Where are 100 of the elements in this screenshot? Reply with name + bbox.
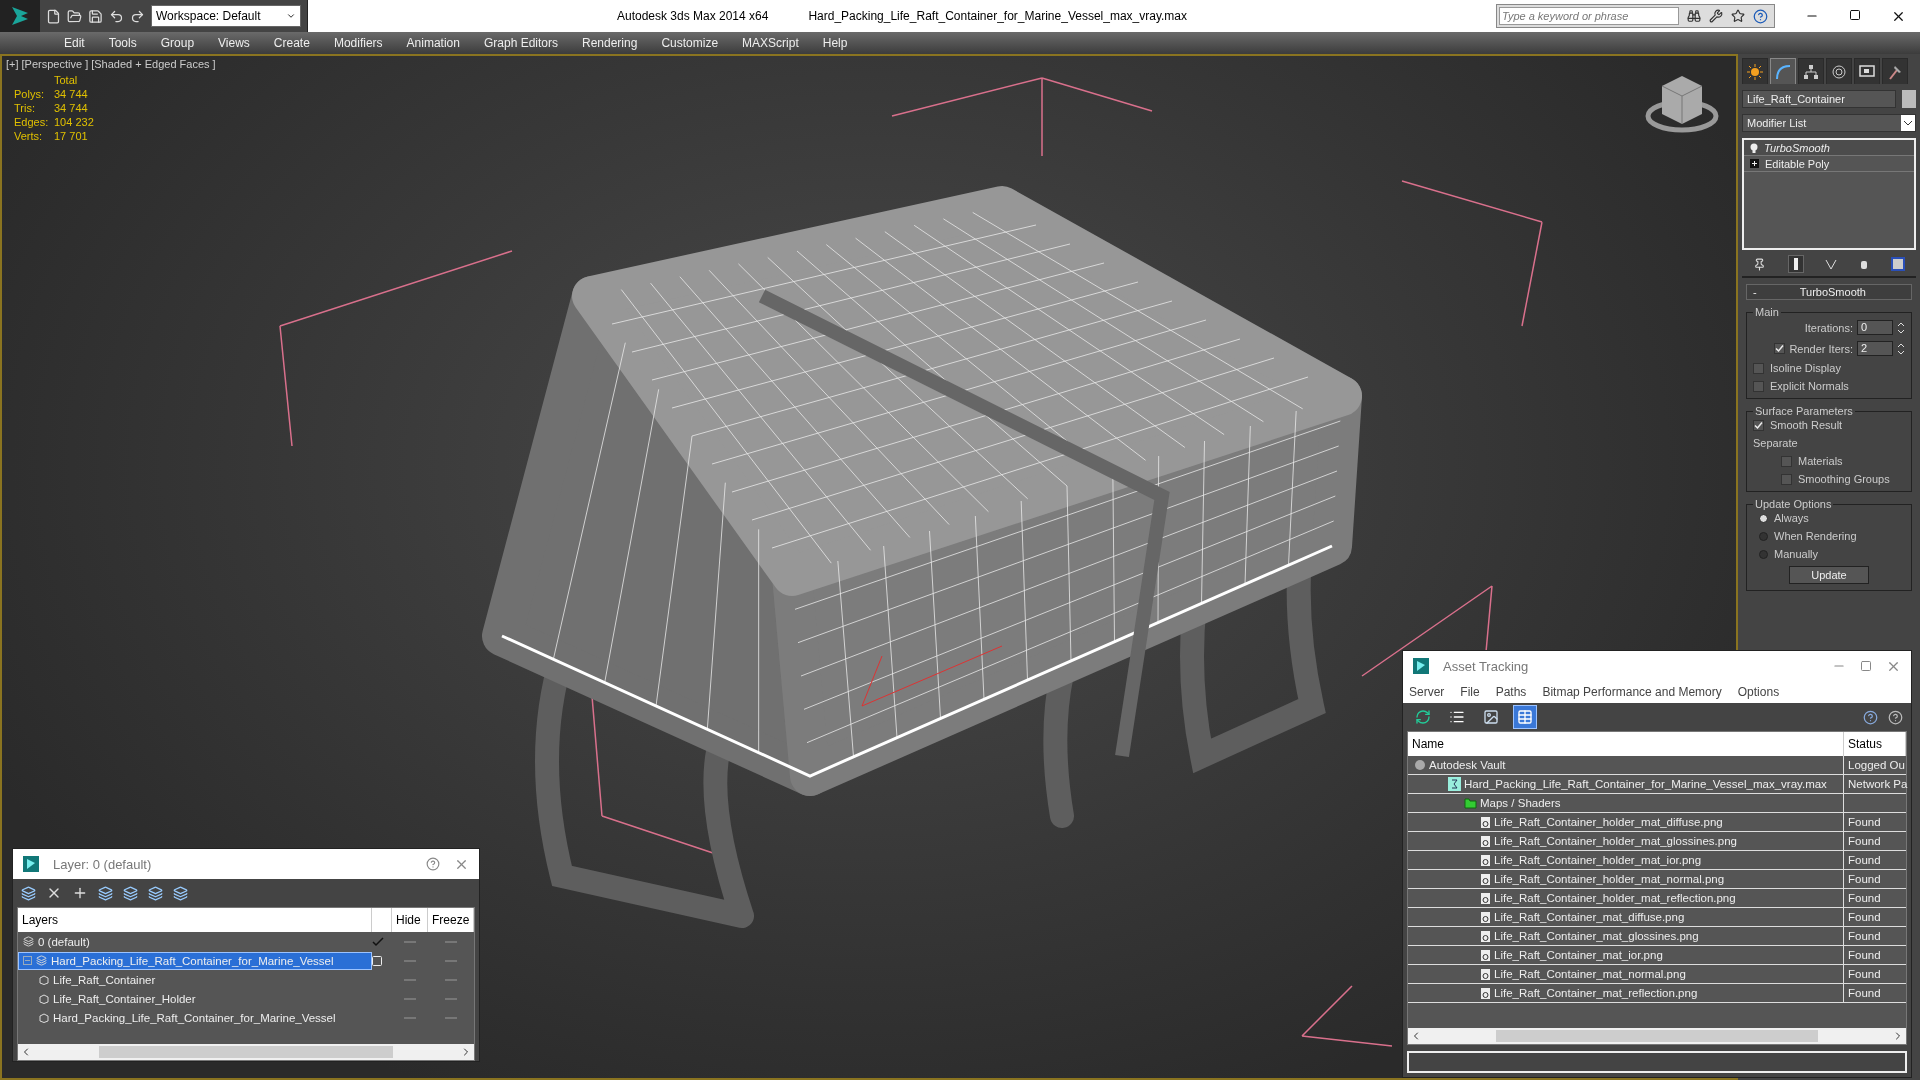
radio-button[interactable] [1759, 513, 1768, 523]
radio-button[interactable] [1759, 531, 1768, 541]
redo-icon[interactable] [130, 8, 145, 24]
menu-item[interactable]: Animation [394, 36, 472, 50]
select-layer-icon[interactable] [98, 885, 113, 901]
pin-icon[interactable] [1752, 257, 1766, 271]
checkbox-icon[interactable] [372, 955, 382, 966]
menu-item[interactable]: Help [810, 36, 860, 50]
update-button[interactable]: Update [1789, 566, 1869, 584]
check-icon[interactable] [372, 936, 384, 947]
asset-name[interactable]: Life_Raft_Container_mat_ior.png [1494, 949, 1663, 961]
menu-item[interactable]: Views [206, 36, 262, 50]
asset-name[interactable]: Autodesk Vault [1429, 759, 1506, 771]
layer-row[interactable]: Life_Raft_Container [18, 970, 372, 989]
panel-tab[interactable] [1742, 58, 1768, 84]
column-header[interactable]: Name [1408, 732, 1844, 756]
iterations-field[interactable]: 0 [1857, 320, 1893, 335]
add-icon[interactable] [72, 885, 88, 901]
asset-name[interactable]: Maps / Shaders [1480, 797, 1561, 809]
panel-tab[interactable] [1798, 58, 1824, 84]
help-icon[interactable] [1888, 709, 1903, 725]
menu-item[interactable]: Rendering [570, 36, 650, 50]
layer-row[interactable]: Hard_Packing_Life_Raft_Container_for_Marine_Vessel [18, 1008, 372, 1027]
menu-item[interactable]: Edit [52, 36, 97, 50]
spinner-icon[interactable] [1897, 320, 1905, 335]
checkbox[interactable] [1774, 343, 1786, 354]
radio-button[interactable] [1759, 549, 1768, 559]
stat-label: Tris: [14, 102, 36, 114]
asset-name[interactable]: Life_Raft_Container_holder_mat_diffuse.png [1494, 816, 1723, 828]
open-icon[interactable] [67, 8, 82, 24]
menu-item[interactable]: Bitmap Performance and Memory [1542, 685, 1722, 699]
help-icon[interactable] [426, 857, 440, 871]
menu-item[interactable]: MAXScript [730, 36, 811, 50]
asset-name[interactable]: Life_Raft_Container_holder_mat_ior.png [1494, 854, 1702, 866]
viewport-label[interactable]: [Perspective ] [21, 58, 89, 70]
maximize-icon[interactable] [1849, 8, 1861, 21]
scrollbar-thumb[interactable] [99, 1046, 393, 1058]
scrollbar-thumb[interactable] [1496, 1030, 1818, 1042]
column-header[interactable]: Layers [18, 908, 372, 932]
menu-item[interactable]: Create [261, 36, 322, 50]
stack-item[interactable]: TurboSmooth [1744, 140, 1914, 156]
hide-layer-icon[interactable] [148, 885, 163, 901]
app-menu-button[interactable] [0, 0, 40, 32]
object-name-field[interactable]: Life_Raft_Container [1742, 90, 1896, 108]
menu-item[interactable]: Modifiers [321, 36, 395, 50]
viewcube-icon[interactable] [1645, 76, 1719, 133]
new-icon[interactable] [46, 8, 61, 24]
spinner-icon[interactable] [1897, 341, 1905, 356]
asset-name[interactable]: Life_Raft_Container_holder_mat_normal.png [1494, 873, 1725, 885]
asset-name[interactable]: Hard_Packing_Life_Raft_Container_for_Marine_Vessel_max_vray.max [1464, 778, 1827, 790]
star-icon[interactable] [1731, 9, 1745, 23]
asset-name[interactable]: Life_Raft_Container_mat_diffuse.png [1494, 911, 1685, 923]
menu-item[interactable]: Options [1737, 685, 1780, 699]
help-icon[interactable] [1753, 8, 1768, 24]
menu-item[interactable]: Paths [1495, 685, 1527, 699]
modifier-list-dropdown[interactable]: Modifier List [1742, 114, 1916, 132]
workspace-dropdown[interactable]: Workspace: Default [151, 5, 301, 27]
panel-tab[interactable] [1882, 58, 1908, 84]
column-header[interactable]: Hide [392, 908, 428, 932]
menu-item[interactable]: Tools [96, 36, 149, 50]
layer-row[interactable]: Life_Raft_Container_Holder [18, 989, 372, 1008]
undo-icon[interactable] [109, 8, 124, 24]
rollout-header[interactable]: - TurboSmooth [1746, 284, 1912, 300]
color-swatch[interactable] [1902, 90, 1916, 108]
column-header[interactable]: Freeze [428, 908, 474, 932]
menu-item[interactable]: Server [1409, 685, 1445, 699]
menu-item[interactable]: Group [148, 36, 207, 50]
object-icon [39, 974, 49, 985]
layer-row[interactable]: 0 (default) [18, 932, 372, 951]
menu-item[interactable]: Graph Editors [471, 36, 570, 50]
object-icon [39, 1012, 49, 1023]
help-icon[interactable] [1863, 709, 1878, 725]
checkbox[interactable] [1753, 419, 1764, 431]
wrench-icon[interactable] [1709, 9, 1723, 23]
binoculars-icon[interactable] [1687, 9, 1701, 23]
render-iters-field[interactable]: 2 [1857, 341, 1893, 356]
stack-item[interactable]: Editable Poly [1744, 156, 1914, 172]
asset-name[interactable]: Life_Raft_Container_holder_mat_glossines.png [1494, 835, 1737, 847]
highlight-layer-icon[interactable] [123, 885, 138, 901]
viewport-label[interactable]: [Shaded + Edged Faces ] [91, 58, 216, 70]
asset-name[interactable]: Life_Raft_Container_mat_glossines.png [1494, 930, 1699, 942]
layer-row[interactable]: Hard_Packing_Life_Raft_Container_for_Marine_Vessel [18, 951, 372, 970]
configure-icon[interactable] [1891, 257, 1906, 271]
menu-item[interactable]: File [1460, 685, 1480, 699]
checkbox[interactable] [1753, 362, 1764, 374]
checkbox[interactable] [1781, 455, 1792, 467]
asset-name[interactable]: Life_Raft_Container_mat_reflection.png [1494, 987, 1698, 999]
panel-tab[interactable] [1826, 58, 1852, 84]
checkbox[interactable] [1781, 473, 1792, 485]
search-field[interactable]: Type a keyword or phrase [1499, 7, 1679, 25]
viewport-label[interactable]: [+] [6, 58, 19, 70]
asset-name[interactable]: Life_Raft_Container_holder_mat_reflection.png [1494, 892, 1736, 904]
freeze-layer-icon[interactable] [173, 885, 188, 901]
save-icon[interactable] [88, 8, 103, 24]
panel-tab[interactable] [1854, 58, 1880, 84]
asset-name[interactable]: Life_Raft_Container_mat_normal.png [1494, 968, 1686, 980]
column-header[interactable]: Status [1844, 732, 1906, 756]
new-layer-icon[interactable] [21, 885, 36, 901]
checkbox[interactable] [1753, 380, 1764, 392]
menu-item[interactable]: Customize [649, 36, 731, 50]
